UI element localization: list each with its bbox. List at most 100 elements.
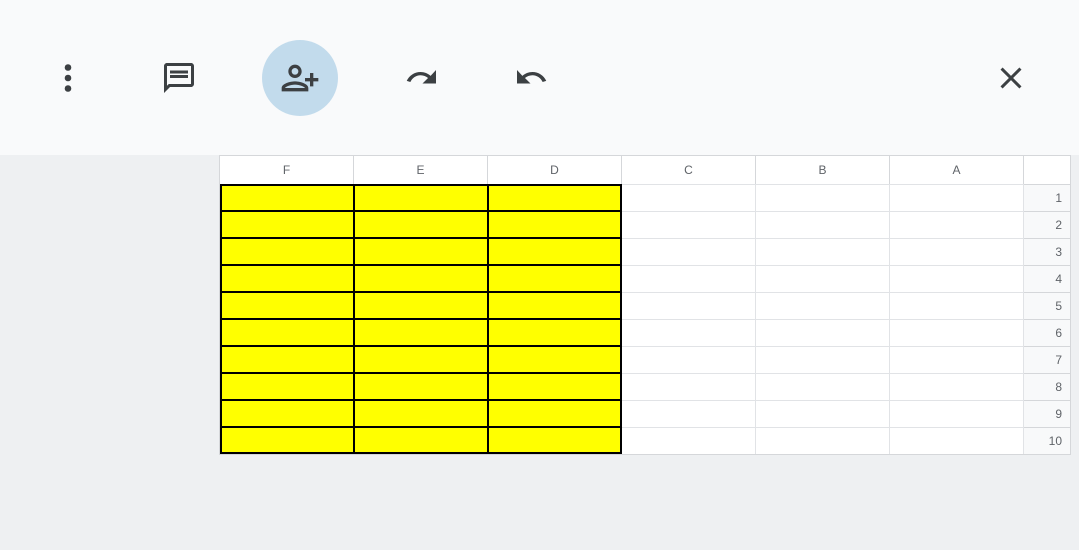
cell[interactable] (622, 373, 756, 400)
cell[interactable] (220, 319, 354, 346)
cell[interactable] (890, 292, 1024, 319)
cell[interactable] (354, 292, 488, 319)
cell[interactable] (354, 184, 488, 211)
table-row: 3 (220, 238, 1070, 265)
cell[interactable] (220, 211, 354, 238)
row-header[interactable]: 1 (1024, 184, 1070, 211)
cell[interactable] (756, 400, 890, 427)
spreadsheet-area: F E D C B A 12345678910 (0, 155, 1079, 550)
cell[interactable] (488, 346, 622, 373)
cell[interactable] (756, 292, 890, 319)
row-header[interactable]: 4 (1024, 265, 1070, 292)
cell[interactable] (488, 400, 622, 427)
table-row: 5 (220, 292, 1070, 319)
cell[interactable] (622, 319, 756, 346)
column-header-row: F E D C B A (220, 156, 1070, 184)
cell[interactable] (488, 373, 622, 400)
cell[interactable] (220, 265, 354, 292)
cell[interactable] (354, 427, 488, 454)
cell[interactable] (622, 400, 756, 427)
cell[interactable] (890, 211, 1024, 238)
cell[interactable] (488, 184, 622, 211)
cell[interactable] (890, 319, 1024, 346)
person-add-icon (280, 58, 320, 98)
table-row: 2 (220, 211, 1070, 238)
redo-icon (403, 60, 439, 96)
spreadsheet-grid[interactable]: F E D C B A 12345678910 (219, 155, 1071, 455)
cell[interactable] (756, 184, 890, 211)
cell[interactable] (354, 346, 488, 373)
cell[interactable] (354, 400, 488, 427)
cell[interactable] (488, 265, 622, 292)
column-header[interactable]: C (622, 156, 756, 184)
cell[interactable] (756, 238, 890, 265)
close-button[interactable] (983, 50, 1039, 106)
cell[interactable] (890, 373, 1024, 400)
cell[interactable] (354, 211, 488, 238)
cell[interactable] (756, 319, 890, 346)
column-header[interactable]: E (354, 156, 488, 184)
table-row: 1 (220, 184, 1070, 211)
cell[interactable] (220, 346, 354, 373)
close-icon (993, 60, 1029, 96)
cell[interactable] (622, 292, 756, 319)
table-row: 7 (220, 346, 1070, 373)
cell[interactable] (890, 346, 1024, 373)
cell[interactable] (488, 211, 622, 238)
cell[interactable] (890, 238, 1024, 265)
cell[interactable] (890, 427, 1024, 454)
cell[interactable] (622, 427, 756, 454)
cell[interactable] (354, 373, 488, 400)
cell[interactable] (890, 400, 1024, 427)
row-header[interactable]: 10 (1024, 427, 1070, 454)
cell[interactable] (622, 211, 756, 238)
row-header[interactable]: 2 (1024, 211, 1070, 238)
row-header[interactable]: 9 (1024, 400, 1070, 427)
undo-icon (514, 60, 550, 96)
table-row: 10 (220, 427, 1070, 454)
cell[interactable] (354, 265, 488, 292)
column-header[interactable]: B (756, 156, 890, 184)
cell[interactable] (756, 211, 890, 238)
column-header[interactable]: F (220, 156, 354, 184)
row-header[interactable]: 5 (1024, 292, 1070, 319)
cell[interactable] (756, 346, 890, 373)
row-header[interactable]: 8 (1024, 373, 1070, 400)
cell[interactable] (756, 427, 890, 454)
cell[interactable] (488, 319, 622, 346)
cell[interactable] (622, 265, 756, 292)
more-options-button[interactable] (40, 50, 96, 106)
undo-button[interactable] (504, 50, 560, 106)
cell[interactable] (354, 319, 488, 346)
row-header[interactable]: 3 (1024, 238, 1070, 265)
cell[interactable] (220, 427, 354, 454)
table-row: 6 (220, 319, 1070, 346)
cell[interactable] (220, 292, 354, 319)
cell[interactable] (220, 184, 354, 211)
row-header[interactable]: 7 (1024, 346, 1070, 373)
redo-button[interactable] (393, 50, 449, 106)
table-row: 4 (220, 265, 1070, 292)
cell[interactable] (220, 400, 354, 427)
row-header[interactable]: 6 (1024, 319, 1070, 346)
cell[interactable] (354, 238, 488, 265)
cell[interactable] (488, 292, 622, 319)
cell[interactable] (220, 238, 354, 265)
add-person-button[interactable] (262, 40, 338, 116)
cell[interactable] (488, 238, 622, 265)
comment-button[interactable] (151, 50, 207, 106)
cell[interactable] (890, 184, 1024, 211)
cell[interactable] (756, 265, 890, 292)
cell[interactable] (622, 346, 756, 373)
cell[interactable] (890, 265, 1024, 292)
cell[interactable] (622, 238, 756, 265)
corner-cell[interactable] (1024, 156, 1070, 184)
cell[interactable] (488, 427, 622, 454)
table-row: 9 (220, 400, 1070, 427)
cell[interactable] (622, 184, 756, 211)
cell[interactable] (220, 373, 354, 400)
toolbar-left-group (40, 40, 560, 116)
column-header[interactable]: A (890, 156, 1024, 184)
column-header[interactable]: D (488, 156, 622, 184)
cell[interactable] (756, 373, 890, 400)
